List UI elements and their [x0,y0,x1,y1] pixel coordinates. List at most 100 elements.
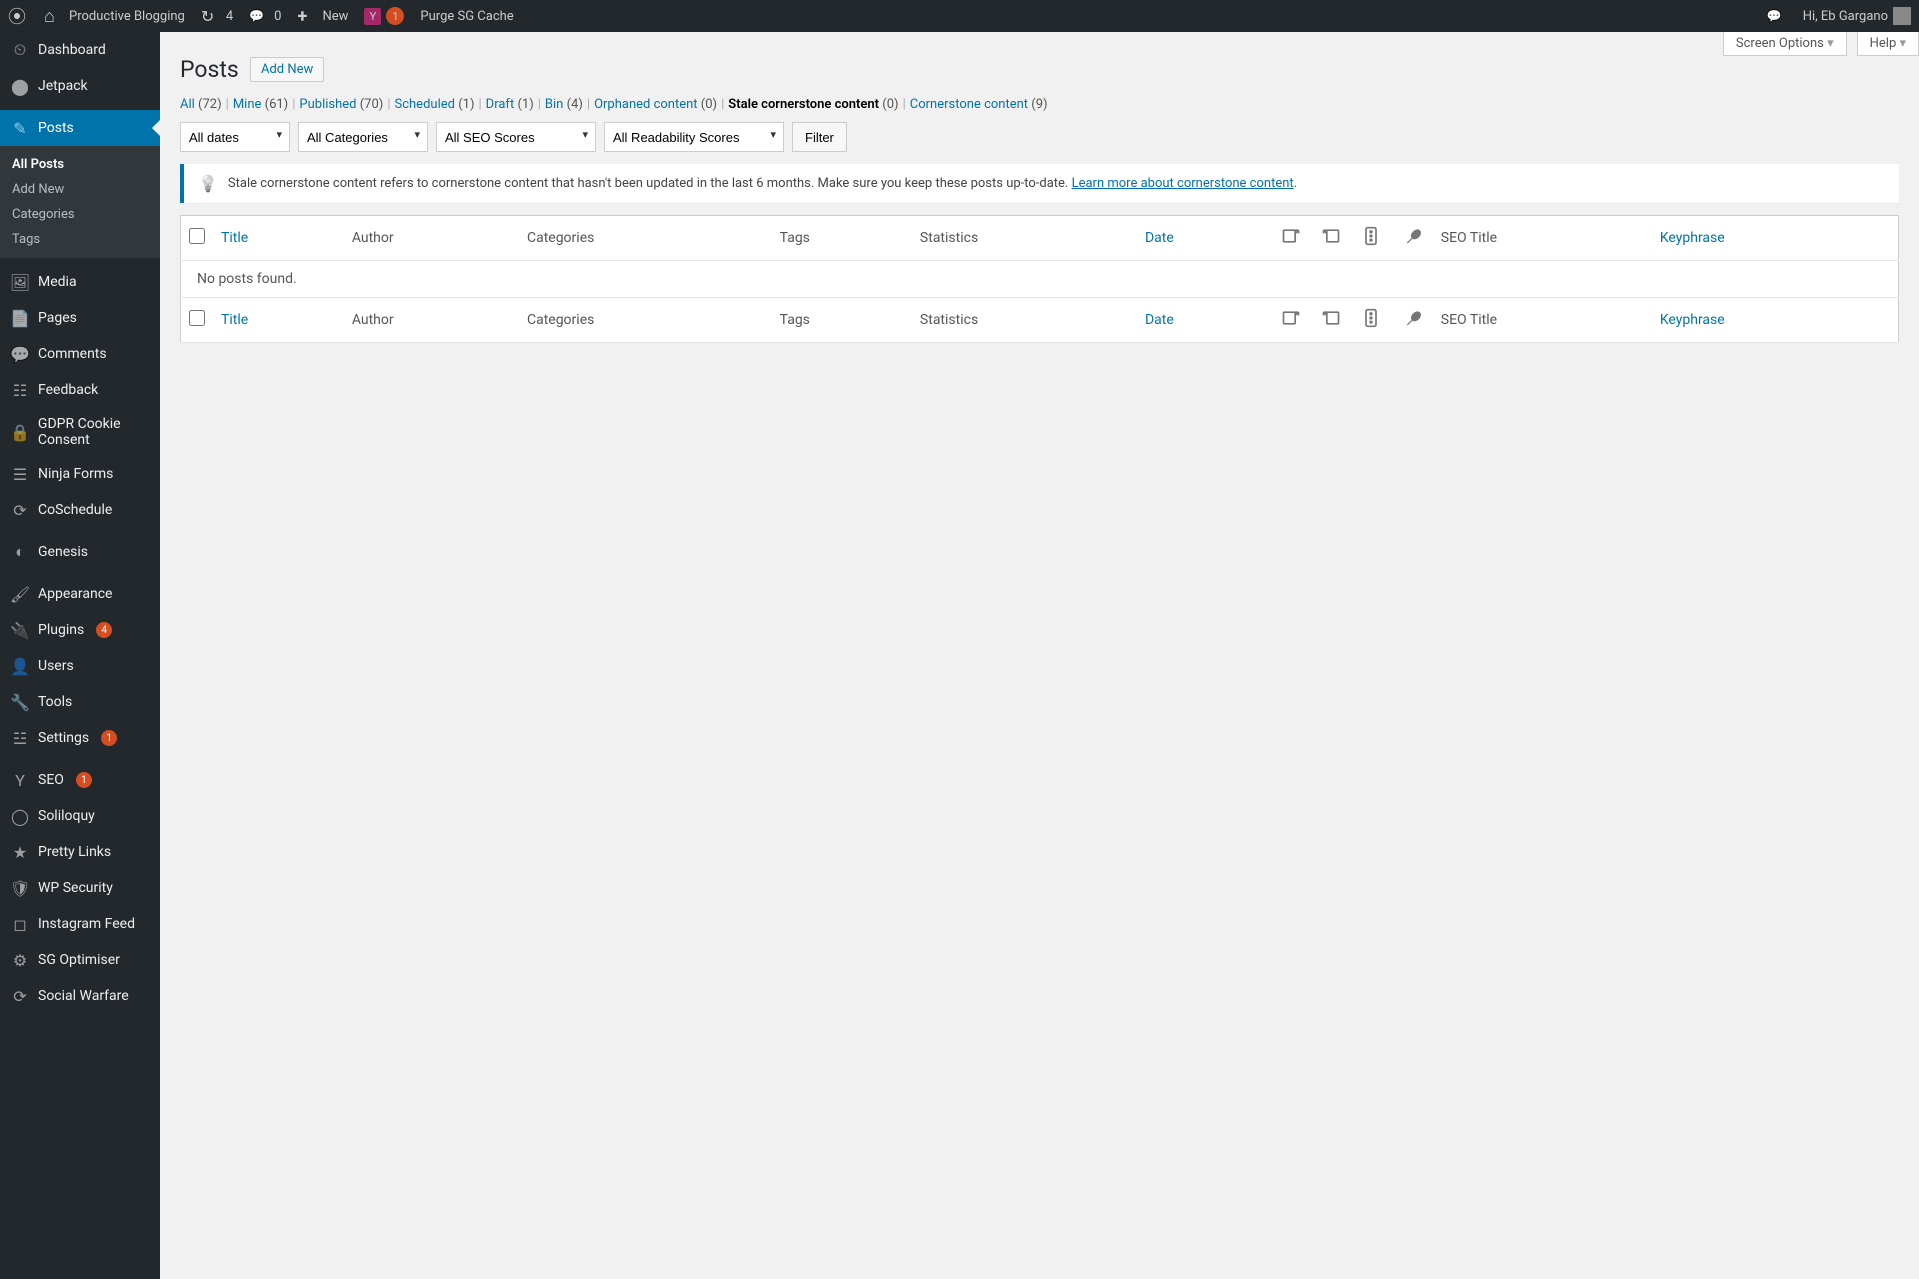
site-home-link[interactable]: Productive Blogging [44,6,185,26]
sidebar-item-appearance[interactable]: 🖌Appearance [0,576,160,612]
sidebar-item-social-warfare[interactable]: ⟳Social Warfare [0,978,160,1014]
sidebar-icon: ⟳ [10,500,30,520]
sidebar-label: Ninja Forms [38,466,113,482]
comments-link[interactable]: 0 [249,6,281,26]
sidebar-item-pages[interactable]: 📄Pages [0,300,160,336]
col-title-footer[interactable]: Title [213,298,344,343]
sidebar-item-wp-security[interactable]: 🛡WP Security [0,870,160,906]
filter-seo[interactable]: All SEO Scores [436,122,596,152]
col-readability-icon [1393,216,1433,261]
filter-link-cornerstone-content[interactable]: Cornerstone content [910,97,1032,112]
sidebar-item-pretty-links[interactable]: ★Pretty Links [0,834,160,870]
wp-logo[interactable] [8,6,28,26]
filter-button[interactable]: Filter [792,122,847,152]
notice-link[interactable]: Learn more about cornerstone content [1072,176,1294,191]
sidebar-icon: ☳ [10,728,30,748]
col-seo-score-icon [1353,216,1393,261]
sidebar-item-media[interactable]: 🖼 Media [0,264,160,300]
sidebar-item-genesis[interactable]: ◐Genesis [0,534,160,570]
notice-text: Stale cornerstone content refers to corn… [228,176,1072,191]
sidebar-icon: ✎ [10,118,30,138]
submenu-categories[interactable]: Categories [0,202,160,227]
sidebar-item-posts[interactable]: ✎Posts [0,110,160,146]
refresh-icon [201,6,221,26]
submenu-tags[interactable]: Tags [0,227,160,252]
plus-icon [297,6,317,26]
sidebar-label: Tools [38,694,72,710]
col-tags: Tags [772,216,912,261]
sidebar-item-comments[interactable]: 💬Comments [0,336,160,372]
sidebar-icon: ⬤ [10,76,30,96]
sidebar-item-tools[interactable]: 🔧 Tools [0,684,160,720]
col-date[interactable]: Date [1137,216,1273,261]
sidebar-icon: 🔌 [10,620,30,640]
sidebar-item-seo[interactable]: YSEO1 [0,762,160,798]
filter-link-all[interactable]: All [180,97,198,112]
filter-link-bin[interactable]: Bin [545,97,567,112]
avatar [1893,7,1911,25]
sidebar-icon: ☷ [10,380,30,400]
sidebar-label: CoSchedule [38,502,112,518]
updates-link[interactable]: 4 [201,6,233,26]
col-title[interactable]: Title [213,216,344,261]
filter-readability[interactable]: All Readability Scores [604,122,784,152]
notifications-link[interactable] [1767,6,1787,26]
col-keyphrase[interactable]: Keyphrase [1652,216,1899,261]
filter-categories[interactable]: All Categories [298,122,428,152]
filter-links-row: All (72)|Mine (61)|Published (70)|Schedu… [180,97,1899,112]
user-greeting-link[interactable]: Hi, Eb Gargano [1803,7,1911,25]
sidebar-item-dashboard[interactable]: ⏲Dashboard [0,32,160,68]
filter-link-draft[interactable]: Draft [486,97,518,112]
filter-link-scheduled[interactable]: Scheduled [395,97,459,112]
screen-options-toggle[interactable]: Screen Options [1723,32,1847,56]
sidebar-item-feedback[interactable]: ☷Feedback [0,372,160,408]
sidebar-icon: ⏲ [10,40,30,60]
filter-link-mine[interactable]: Mine [233,97,265,112]
site-name: Productive Blogging [69,9,185,24]
sidebar-item-jetpack[interactable]: ⬤ Jetpack [0,68,160,104]
sidebar-item-coschedule[interactable]: ⟳ CoSchedule [0,492,160,528]
submenu-add-new[interactable]: Add New [0,177,160,202]
add-new-button[interactable]: Add New [250,57,324,82]
select-all-checkbox[interactable] [189,228,205,244]
col-outgoing-icon [1273,216,1313,261]
main-content: Screen Options Help Posts Add New All (7… [160,32,1919,1279]
sidebar-item-users[interactable]: 👤Users [0,648,160,684]
table-footer-row: Title Author Categories Tags Statistics … [181,298,1899,343]
col-statistics: Statistics [912,216,1137,261]
sidebar-item-gdpr-cookie-consent[interactable]: 🔒 GDPR Cookie Consent [0,408,160,456]
sidebar-item-sg-optimiser[interactable]: ⚙SG Optimiser [0,942,160,978]
sidebar-badge: 4 [96,622,112,638]
sidebar-icon: 🔧 [10,692,30,712]
filter-dates[interactable]: All dates [180,122,290,152]
filter-link-published[interactable]: Published [299,97,359,112]
sidebar-icon: 💬 [10,344,30,364]
sidebar-icon: 🖼 [10,272,30,292]
purge-cache-link[interactable]: Purge SG Cache [420,9,513,24]
admin-sidebar: ⏲Dashboard ⬤ Jetpack ✎Posts All PostsAdd New… [0,32,160,1279]
sidebar-item-instagram-feed[interactable]: ◻Instagram Feed [0,906,160,942]
submenu-all-posts[interactable]: All Posts [0,152,160,177]
filter-link-orphaned-content[interactable]: Orphaned content [594,97,701,112]
sidebar-icon: 👤 [10,656,30,676]
sidebar-icon: ☰ [10,464,30,484]
sidebar-label: Settings [38,730,89,746]
select-all-footer-checkbox[interactable] [189,310,205,326]
sidebar-label: Plugins [38,622,84,638]
new-content-link[interactable]: New [297,6,348,26]
sidebar-label: Jetpack [38,78,88,94]
help-toggle[interactable]: Help [1857,32,1919,56]
sidebar-icon: 🔒 [10,422,30,442]
sidebar-item-plugins[interactable]: 🔌 Plugins 4 [0,612,160,648]
home-icon [44,6,64,26]
sidebar-label: Social Warfare [38,988,129,1004]
sidebar-item-ninja-forms[interactable]: ☰ Ninja Forms [0,456,160,492]
sidebar-label: GDPR Cookie Consent [38,416,150,448]
yoast-icon: Y [364,8,381,25]
sidebar-item-soliloquy[interactable]: ◯Soliloquy [0,798,160,834]
table-header-row: Title Author Categories Tags Statistics … [181,216,1899,261]
sidebar-icon: 🛡 [10,878,30,898]
yoast-toolbar-link[interactable]: Y1 [364,7,404,25]
sidebar-label: Media [38,274,77,290]
sidebar-item-settings[interactable]: ☳Settings1 [0,720,160,756]
